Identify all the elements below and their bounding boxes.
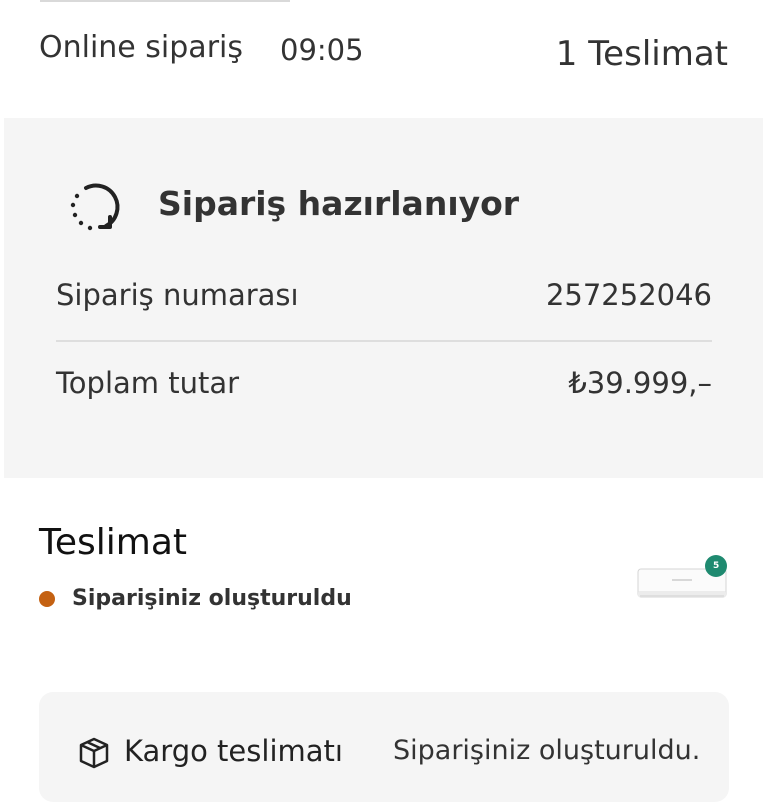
air-conditioner-product-image[interactable]: 5 — [632, 552, 732, 608]
order-time: 09:05 — [280, 33, 364, 67]
total-amount-label: Toplam tutar — [56, 366, 240, 400]
total-amount-value: ₺39.999,– — [568, 366, 712, 400]
shipping-label: Kargo teslimatı — [124, 734, 343, 768]
package-icon — [79, 737, 109, 769]
shipping-status: Siparişiniz oluşturuldu. — [393, 735, 701, 766]
order-number-value: 257252046 — [545, 278, 712, 312]
order-type-label: Online sipariş — [39, 30, 243, 65]
status-dot — [39, 591, 55, 607]
order-number-label: Sipariş numarası — [56, 278, 299, 312]
divider — [56, 340, 712, 342]
order-header: Online sipariş 09:05 1 Teslimat — [0, 0, 768, 118]
order-status-title: Sipariş hazırlanıyor — [158, 184, 520, 223]
delivery-status: Siparişiniz oluşturuldu — [72, 586, 352, 611]
warranty-badge-text: 5 — [713, 561, 719, 571]
shipping-card[interactable]: Kargo teslimatı Siparişiniz oluşturuldu. — [39, 692, 729, 802]
refresh-icon — [70, 183, 120, 231]
clipped-previous-line — [40, 0, 290, 8]
order-status-card: Sipariş hazırlanıyor Sipariş numarası 25… — [4, 118, 763, 478]
delivery-count: 1 Teslimat — [555, 34, 728, 74]
delivery-heading: Teslimat — [39, 522, 188, 563]
